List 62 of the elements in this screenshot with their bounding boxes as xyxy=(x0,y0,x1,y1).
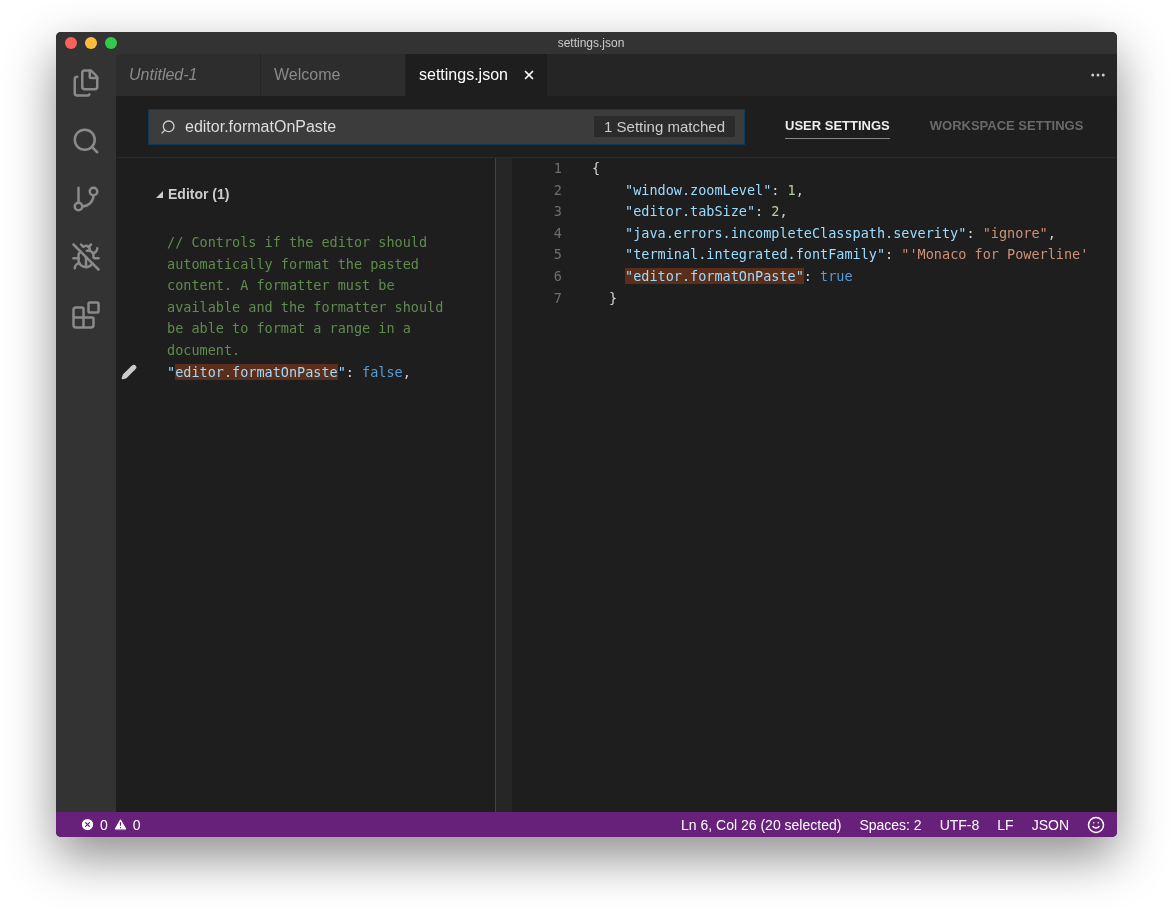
blocks-icon[interactable] xyxy=(71,300,101,330)
status-item[interactable]: JSON xyxy=(1031,816,1069,833)
files-icon[interactable] xyxy=(71,68,101,98)
setting-description: // Controls if the editor should automatically format the pasted content. A formatter must be available and the formatter should be able to format a range in a document. xyxy=(167,233,445,360)
pencil-icon[interactable] xyxy=(121,364,137,381)
caret-icon xyxy=(156,190,163,198)
code-token: : xyxy=(803,267,813,284)
code-token: "terminal.integrated.fontFamily" xyxy=(625,246,886,263)
code-token: , xyxy=(1047,224,1056,241)
close-button[interactable] xyxy=(65,37,77,49)
code-token: : xyxy=(345,363,355,380)
code-token: : xyxy=(771,181,781,198)
code-token: { xyxy=(592,160,601,176)
zoom-button[interactable] xyxy=(105,37,117,49)
line-number: 6 xyxy=(552,266,562,286)
warning-count[interactable]: 0 xyxy=(132,816,141,833)
status-item[interactable]: UTF-8 xyxy=(939,816,980,833)
code-token: : xyxy=(755,203,765,220)
warning-icon xyxy=(112,817,128,832)
line-number: 3 xyxy=(552,202,562,222)
code-token: " xyxy=(167,363,176,380)
line-number: 5 xyxy=(552,245,562,265)
status-item[interactable]: LF xyxy=(997,816,1014,833)
search-icon xyxy=(160,118,176,135)
line-number: 7 xyxy=(552,288,562,308)
code-token: , xyxy=(795,181,804,198)
line-number: 4 xyxy=(552,223,562,243)
code-token: "window.zoomLevel" xyxy=(625,181,772,198)
editor-tab[interactable]: Welcome xyxy=(261,54,406,96)
code-token: , xyxy=(779,203,788,220)
smiley-icon[interactable] xyxy=(1087,815,1105,834)
code-token: "java.errors.incompleteClasspath.severity" xyxy=(625,224,967,241)
bug-off-icon[interactable] xyxy=(71,242,101,272)
code-token: : xyxy=(885,246,895,263)
code-token: , xyxy=(402,363,411,380)
line-number: 1 xyxy=(552,159,562,178)
code-token: " xyxy=(337,363,346,380)
window-title: settings.json xyxy=(557,36,625,50)
search-match: editor.formatOnPaste xyxy=(175,363,338,380)
editor-tab[interactable]: Untitled-1 xyxy=(116,54,261,96)
code-token: "'Monaco for Powerline' xyxy=(901,246,1089,263)
code-token: : xyxy=(966,224,976,241)
code-token: true xyxy=(820,267,853,284)
status-item[interactable]: Ln 6, Col 26 (20 selected) xyxy=(681,816,842,833)
git-branch-icon[interactable] xyxy=(71,184,101,214)
search-match: "editor.formatOnPaste" xyxy=(625,267,804,284)
status-item[interactable]: Spaces: 2 xyxy=(859,816,922,833)
code-token: } xyxy=(609,289,618,306)
code-token: 1 xyxy=(787,181,796,198)
search-icon[interactable] xyxy=(71,126,101,156)
match-count: 1 Setting matched xyxy=(594,115,735,137)
line-number: 2 xyxy=(552,180,562,200)
code-token: 2 xyxy=(771,203,780,220)
settings-tab[interactable]: USER SETTINGS xyxy=(785,114,890,139)
code-token: "ignore" xyxy=(982,224,1048,241)
error-icon xyxy=(80,817,95,832)
code-token: "editor.tabSize" xyxy=(625,203,756,220)
settings-group[interactable]: Editor (1) xyxy=(116,186,495,202)
error-count[interactable]: 0 xyxy=(100,816,108,833)
editor-tab[interactable]: settings.json xyxy=(406,54,548,96)
minimize-button[interactable] xyxy=(85,37,97,49)
code-token: false xyxy=(362,363,403,380)
